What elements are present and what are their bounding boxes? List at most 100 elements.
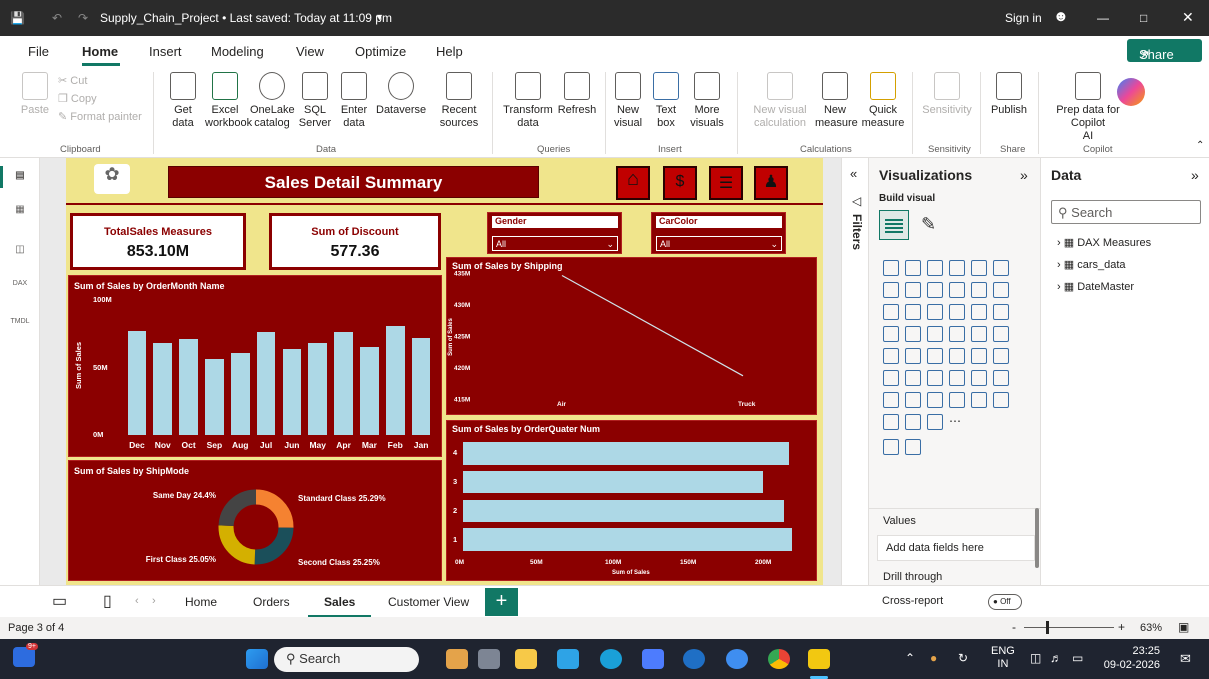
table-view-icon[interactable]: ▦ <box>10 204 30 222</box>
values-drop-well[interactable]: Add data fields here <box>877 535 1035 561</box>
slicer-dropdown[interactable]: All ⌄ <box>492 236 618 251</box>
customer-nav-button[interactable]: ♟ <box>754 166 788 200</box>
pie-icon[interactable] <box>971 304 987 320</box>
hp-icon[interactable] <box>683 649 705 669</box>
stacked-area-icon[interactable] <box>927 282 943 298</box>
table-icon[interactable] <box>949 348 965 364</box>
desktop-layout-icon[interactable]: ▭ <box>52 591 67 611</box>
line-clustered-icon[interactable] <box>993 282 1009 298</box>
paginated-icon[interactable] <box>905 392 921 408</box>
more-visuals-button[interactable]: More visuals <box>684 66 730 130</box>
decomposition-icon[interactable] <box>949 370 965 386</box>
task-view-icon[interactable] <box>478 649 500 669</box>
dax-query-view-icon[interactable]: DAX <box>10 280 30 298</box>
onelake-button[interactable]: OneLake catalog <box>250 66 295 130</box>
zoom-in-button[interactable]: + <box>1118 620 1125 634</box>
support-icon[interactable] <box>726 649 748 669</box>
copilot-icon[interactable] <box>1117 78 1145 106</box>
cut-button[interactable]: ✂ Cut <box>58 74 87 87</box>
title-dropdown-icon[interactable]: ▼ <box>375 12 384 22</box>
build-visual-tab[interactable] <box>879 210 909 240</box>
sensitivity-button[interactable]: Sensitivity <box>918 66 976 117</box>
custom-visual-icon[interactable] <box>883 439 899 455</box>
save-icon[interactable]: 💾 <box>10 11 25 25</box>
filters-pane-collapsed[interactable]: « ◁ Filters <box>841 158 868 585</box>
tab-orders[interactable]: Orders <box>253 595 290 609</box>
more-visuals-icon[interactable]: ⋯ <box>949 414 965 430</box>
store-icon[interactable] <box>642 649 664 669</box>
menu-file[interactable]: File <box>28 44 49 59</box>
new-card-icon[interactable] <box>883 414 899 430</box>
chrome-icon[interactable] <box>768 649 790 669</box>
trophy-icon[interactable] <box>883 392 899 408</box>
copy-button[interactable]: ❐ Copy <box>58 92 97 105</box>
cross-report-toggle[interactable]: ● Off <box>988 594 1022 610</box>
image-icon[interactable] <box>993 392 1009 408</box>
redo-icon[interactable]: ↷ <box>78 11 88 25</box>
text-box-button[interactable]: Text box <box>650 66 682 130</box>
treemap-icon[interactable] <box>883 326 899 342</box>
add-page-button[interactable]: + <box>485 588 518 616</box>
collapse-ribbon-icon[interactable]: ⌃ <box>1196 140 1204 151</box>
ai-visual-icon[interactable] <box>905 439 921 455</box>
mobile-layout-icon[interactable]: ▯ <box>103 591 112 611</box>
get-data-button[interactable]: Get data <box>163 66 203 130</box>
report-view-icon[interactable]: ▤ <box>10 170 30 188</box>
minimize-button[interactable]: — <box>1097 11 1109 25</box>
table-item-cars-data[interactable]: › ▦ cars_data <box>1057 258 1126 271</box>
discount-card[interactable]: Sum of Discount 577.36 <box>269 213 441 270</box>
azure-map-icon[interactable] <box>949 326 965 342</box>
menu-modeling[interactable]: Modeling <box>211 44 264 59</box>
recent-sources-button[interactable]: Recent sources <box>434 66 484 130</box>
power-apps-icon[interactable] <box>949 392 965 408</box>
new-visual-calculation-button[interactable]: New visual calculation <box>745 66 815 130</box>
100-area-icon[interactable] <box>949 282 965 298</box>
file-explorer-icon[interactable] <box>515 649 537 669</box>
expand-filters-icon[interactable]: « <box>850 166 857 181</box>
table-item-dax-measures[interactable]: › ▦ DAX Measures <box>1057 236 1151 249</box>
weather-icon[interactable] <box>446 649 468 669</box>
prep-data-copilot-button[interactable]: Prep data for Copilot AI <box>1043 66 1133 143</box>
tab-sales[interactable]: Sales <box>324 595 355 609</box>
kpi-icon[interactable] <box>993 326 1009 342</box>
sql-button[interactable]: SQL Server <box>298 66 332 130</box>
maximize-button[interactable]: □ <box>1140 11 1147 25</box>
quarter-sales-chart[interactable]: Sum of Sales by OrderQuater Num 4 3 2 1 0M 50… <box>446 420 817 581</box>
tray-overflow-icon[interactable]: ⌃ <box>905 651 915 665</box>
funnel-icon[interactable] <box>927 304 943 320</box>
collapse-viz-icon[interactable]: » <box>1020 167 1028 183</box>
shipmode-donut-chart[interactable]: Sum of Sales by ShipMode Standard Class … <box>68 460 442 581</box>
gender-slicer[interactable]: Gender All ⌄ <box>487 212 622 254</box>
table-item-datemaster[interactable]: › ▦ DateMaster <box>1057 280 1134 293</box>
stacked-bar-icon[interactable] <box>883 260 899 276</box>
format-painter-button[interactable]: ✎ Format painter <box>58 110 142 123</box>
scatter-icon[interactable] <box>949 304 965 320</box>
total-sales-card[interactable]: TotalSales Measures 853.10M <box>70 213 246 270</box>
metrics-icon[interactable] <box>927 392 943 408</box>
donut-icon[interactable] <box>993 304 1009 320</box>
card-icon[interactable] <box>883 348 899 364</box>
excel-button[interactable]: Excel workbook <box>205 66 252 130</box>
slicer-dropdown[interactable]: All ⌄ <box>656 236 782 251</box>
shipping-sales-chart[interactable]: Sum of Sales by Shipping Sum of Sales 43… <box>446 257 817 415</box>
data-search-input[interactable]: ⚲ Search <box>1051 200 1201 224</box>
matrix-icon[interactable] <box>971 348 987 364</box>
new-measure-button[interactable]: New measure <box>815 66 858 130</box>
tray-app-icon[interactable]: ● <box>930 651 937 665</box>
tmdl-view-icon[interactable]: TMDL <box>10 318 30 336</box>
volume-icon[interactable]: ♬ <box>1050 651 1062 665</box>
python-visual-icon[interactable] <box>905 370 921 386</box>
zoom-slider-thumb[interactable] <box>1046 621 1049 634</box>
menu-insert[interactable]: Insert <box>149 44 182 59</box>
tab-customer-view[interactable]: Customer View <box>388 595 469 609</box>
scroll-right-icon[interactable]: › <box>152 595 156 607</box>
zoom-out-button[interactable]: - <box>1012 620 1016 634</box>
close-button[interactable]: ✕ <box>1182 9 1194 26</box>
100-bar-icon[interactable] <box>971 260 987 276</box>
sign-in-link[interactable]: Sign in <box>1005 11 1042 25</box>
refresh-button[interactable]: Refresh <box>556 66 598 117</box>
window-title[interactable]: Supply_Chain_Project • Last saved: Today… <box>100 11 392 25</box>
qa-icon[interactable] <box>971 370 987 386</box>
gauge-icon[interactable] <box>971 326 987 342</box>
clustered-column-icon[interactable] <box>949 260 965 276</box>
